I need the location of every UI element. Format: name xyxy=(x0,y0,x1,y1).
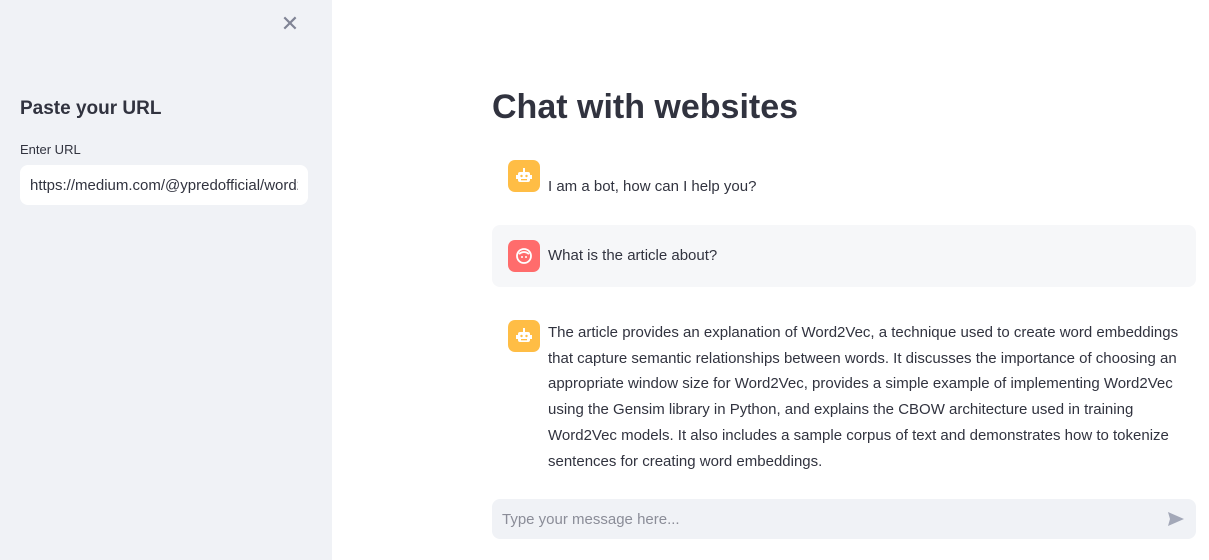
bot-avatar-icon xyxy=(508,160,540,192)
bot-avatar-icon xyxy=(508,320,540,352)
chat-message-bot: The article provides an explanation of W… xyxy=(492,304,1196,490)
chat-input-container xyxy=(492,499,1196,539)
message-text: The article provides an explanation of W… xyxy=(548,324,1179,470)
sidebar: ✕ Paste your URL Enter URL xyxy=(0,0,332,560)
url-input[interactable] xyxy=(20,165,308,205)
close-sidebar-icon[interactable]: ✕ xyxy=(280,13,300,35)
message-text: I am a bot, how can I help you? xyxy=(548,178,757,195)
sidebar-title: Paste your URL xyxy=(20,98,162,119)
chat-message-user: What is the article about? xyxy=(492,225,1196,287)
chat-input[interactable] xyxy=(492,499,1152,539)
url-label: Enter URL xyxy=(20,142,81,157)
message-text: What is the article about? xyxy=(548,247,718,264)
send-icon[interactable] xyxy=(1166,509,1186,534)
chat-message-bot: I am a bot, how can I help you? xyxy=(492,158,1196,216)
user-avatar-icon xyxy=(508,240,540,272)
page-title: Chat with websites xyxy=(492,88,799,126)
